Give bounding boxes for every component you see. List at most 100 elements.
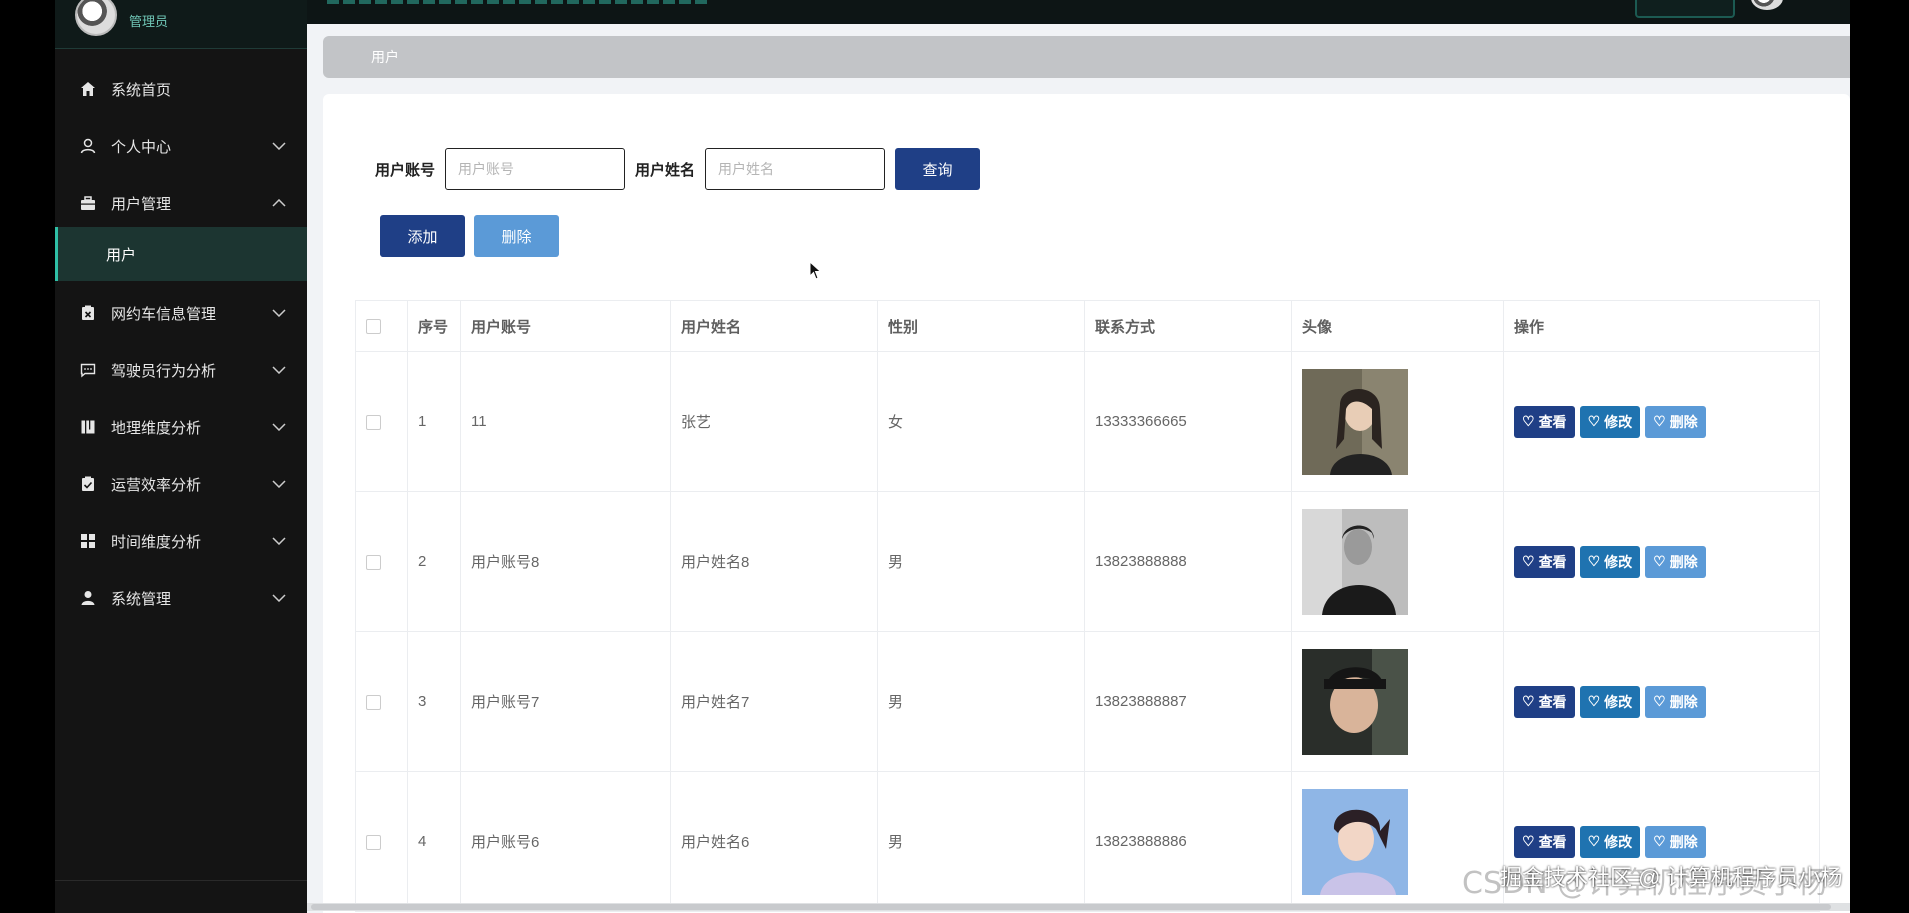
sidebar-item-label: 系统首页 xyxy=(111,81,172,99)
search-form: 用户账号 用户姓名 查询 xyxy=(375,148,981,190)
heart-icon: ♡ xyxy=(1653,693,1666,709)
avatar-cell xyxy=(1291,491,1504,632)
gender-cell: 男 xyxy=(877,491,1085,632)
delete-label: 删除 xyxy=(1669,833,1698,850)
sidebar-item-label: 运营效率分析 xyxy=(111,476,202,494)
sidebar-item-label: 时间维度分析 xyxy=(111,533,202,551)
heart-icon: ♡ xyxy=(1587,553,1601,569)
phone-cell: 13823888888 xyxy=(1084,491,1292,632)
operation-cell: ♡ 查看 ♡ 修改 ♡ 删除 xyxy=(1503,351,1820,492)
batch-delete-button[interactable]: 删除 xyxy=(474,215,559,257)
sidebar-item-label: 网约车信息管理 xyxy=(111,305,217,323)
sidebar-item-user-management[interactable]: 用户管理 xyxy=(55,175,307,231)
sidebar-item-driver-behavior[interactable]: 驾驶员行为分析 xyxy=(55,342,307,398)
index-cell: 2 xyxy=(407,491,461,632)
sidebar-item-time-analysis[interactable]: 时间维度分析 xyxy=(55,513,307,569)
select-all-checkbox[interactable] xyxy=(366,319,381,335)
query-button[interactable]: 查询 xyxy=(895,148,981,190)
name-cell: 用户姓名6 xyxy=(670,771,878,912)
edit-button[interactable]: ♡ 修改 xyxy=(1579,825,1641,858)
row-checkbox[interactable] xyxy=(366,694,381,710)
top-avatar[interactable] xyxy=(1751,0,1783,10)
heart-icon: ♡ xyxy=(1587,833,1601,849)
delete-button[interactable]: ♡ 删除 xyxy=(1645,825,1706,858)
sidebar-item-home[interactable]: 系统首页 xyxy=(55,61,307,117)
sidebar: 管理员 系统首页 个人中心 用户管理 用户 网约车信息管理 驾驶员行为分析 地理… xyxy=(55,0,307,913)
view-label: 查看 xyxy=(1538,553,1567,570)
operation-group: ♡ 查看 ♡ 修改 ♡ 删除 xyxy=(1514,825,1809,858)
view-button[interactable]: ♡ 查看 xyxy=(1514,545,1575,578)
account-cell: 11 xyxy=(460,351,671,492)
content-panel: 用户账号 用户姓名 查询 添加 删除 序号 用户账号 用户姓名 性别 联系方式 xyxy=(323,94,1850,913)
person-icon xyxy=(77,590,99,606)
avatar-image xyxy=(1302,368,1408,475)
name-label: 用户姓名 xyxy=(635,161,696,179)
heart-icon: ♡ xyxy=(1587,413,1601,429)
row-checkbox[interactable] xyxy=(366,414,381,430)
account-search-input[interactable] xyxy=(445,148,626,190)
avatar xyxy=(75,0,117,36)
edit-label: 修改 xyxy=(1604,693,1633,710)
horizontal-scrollbar[interactable] xyxy=(307,903,1850,911)
sidebar-item-efficiency-analysis[interactable]: 运营效率分析 xyxy=(55,456,307,512)
chevron-down-icon xyxy=(265,309,293,317)
index-cell: 3 xyxy=(407,631,461,772)
row-checkbox[interactable] xyxy=(366,834,381,850)
operation-group: ♡ 查看 ♡ 修改 ♡ 删除 xyxy=(1514,405,1809,438)
scrollbar-thumb[interactable] xyxy=(311,904,1831,910)
delete-label: 删除 xyxy=(1669,413,1698,430)
gender-cell: 男 xyxy=(877,771,1085,912)
edit-button[interactable]: ♡ 修改 xyxy=(1579,405,1641,438)
column-header: 操作 xyxy=(1503,300,1820,352)
chevron-down-icon xyxy=(265,142,293,150)
watermark-overlay: 掘金技术社区 @ 计算机程序员小杨 xyxy=(1500,865,1843,890)
checkbox-cell xyxy=(355,771,408,912)
checkbox-cell xyxy=(355,631,408,772)
book-icon xyxy=(77,419,99,435)
main-content: 用户 用户账号 用户姓名 查询 添加 删除 序号 用户账号 用户姓名 性别 xyxy=(307,24,1850,913)
delete-label: 删除 xyxy=(1669,553,1698,570)
gender-cell: 男 xyxy=(877,631,1085,772)
sidebar-item-ride-hailing-info[interactable]: 网约车信息管理 xyxy=(55,285,307,341)
index-cell: 4 xyxy=(407,771,461,912)
top-bar xyxy=(307,0,1850,25)
view-button[interactable]: ♡ 查看 xyxy=(1514,685,1575,718)
view-button[interactable]: ♡ 查看 xyxy=(1514,405,1575,438)
view-label: 查看 xyxy=(1538,413,1567,430)
sidebar-item-geo-analysis[interactable]: 地理维度分析 xyxy=(55,399,307,455)
sidebar-item-label: 驾驶员行为分析 xyxy=(111,362,217,380)
account-cell: 用户账号6 xyxy=(460,771,671,912)
row-checkbox[interactable] xyxy=(366,554,381,570)
top-button[interactable] xyxy=(1635,0,1735,18)
edit-label: 修改 xyxy=(1604,833,1633,850)
sidebar-item-system-management[interactable]: 系统管理 xyxy=(55,570,307,626)
operation-cell: ♡ 查看 ♡ 修改 ♡ 删除 xyxy=(1503,491,1820,632)
account-label: 用户账号 xyxy=(375,161,436,179)
clipboard-check-icon xyxy=(77,476,99,492)
phone-cell: 13823888887 xyxy=(1084,631,1292,772)
add-button[interactable]: 添加 xyxy=(380,215,465,257)
edit-button[interactable]: ♡ 修改 xyxy=(1579,545,1641,578)
account-cell: 用户账号7 xyxy=(460,631,671,772)
delete-button[interactable]: ♡ 删除 xyxy=(1645,685,1706,718)
sidebar-header: 管理员 xyxy=(55,0,307,49)
heart-icon: ♡ xyxy=(1653,553,1666,569)
heart-icon: ♡ xyxy=(1653,413,1666,429)
chevron-down-icon xyxy=(265,366,293,374)
chevron-down-icon xyxy=(265,423,293,431)
delete-button[interactable]: ♡ 删除 xyxy=(1645,405,1706,438)
delete-label: 删除 xyxy=(1669,693,1698,710)
sidebar-subitem-user[interactable]: 用户 xyxy=(55,227,307,281)
name-search-input[interactable] xyxy=(705,148,886,190)
column-header: 序号 xyxy=(407,300,461,352)
view-button[interactable]: ♡ 查看 xyxy=(1514,825,1575,858)
sidebar-item-personal-center[interactable]: 个人中心 xyxy=(55,118,307,174)
heart-icon: ♡ xyxy=(1522,693,1535,709)
phone-cell: 13823888886 xyxy=(1084,771,1292,912)
column-header: 头像 xyxy=(1291,300,1504,352)
heart-icon: ♡ xyxy=(1522,413,1535,429)
avatar-image xyxy=(1302,648,1408,755)
delete-button[interactable]: ♡ 删除 xyxy=(1645,545,1706,578)
edit-button[interactable]: ♡ 修改 xyxy=(1579,685,1641,718)
user-table: 序号 用户账号 用户姓名 性别 联系方式 头像 操作 1 11 张艺 女 133… xyxy=(355,300,1820,912)
